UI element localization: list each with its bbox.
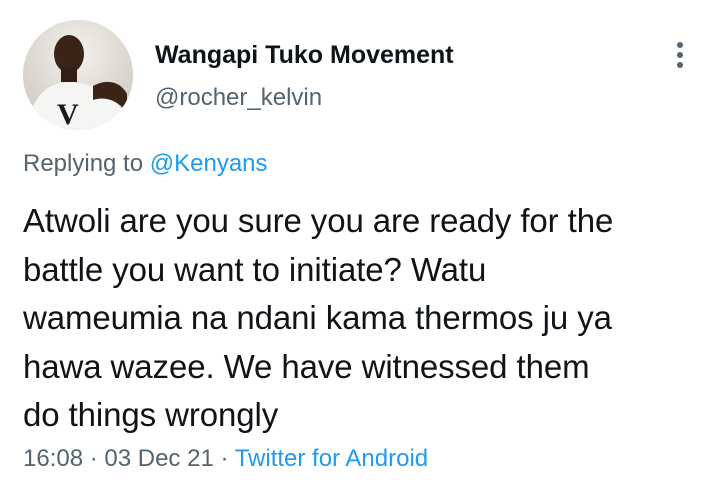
tweet-text-line: do things wrongly [23,396,279,433]
avatar-image: V [23,20,133,130]
more-dot-middle [677,52,683,58]
more-vertical-icon[interactable] [668,38,692,72]
tweet-card: V Wangapi Tuko Movement @rocher_kelvin R… [0,0,720,493]
author-display-name[interactable]: Wangapi Tuko Movement [155,40,454,70]
tweet-text-line: Atwoli are you sure you are ready for th… [23,202,614,239]
avatar[interactable]: V [23,20,133,130]
meta-separator: · [83,445,105,472]
tweet-date[interactable]: 03 Dec 21 [104,445,213,472]
tweet-text-line: hawa wazee. We have witnessed them [23,347,590,385]
more-dot-top [677,42,683,48]
meta-separator: · [213,445,235,472]
tweet-source-link[interactable]: Twitter for Android [235,445,428,472]
tweet-time[interactable]: 16:08 [23,445,83,472]
replying-to-label: Replying to [23,150,150,177]
svg-text:V: V [57,98,79,130]
tweet-text-line: battle you want to initiate? Watu [23,250,487,288]
tweet-text: Atwoli are you sure you are ready for th… [23,197,703,440]
reply-mention-link[interactable]: @Kenyans [150,150,268,177]
tweet-text-line: wameumia na ndani kama thermos ju ya [23,299,612,336]
tweet-meta: 16:08 · 03 Dec 21 · Twitter for Android [23,444,428,474]
replying-to-line: Replying to @Kenyans [23,149,268,179]
more-dot-bottom [677,62,683,68]
author-handle[interactable]: @rocher_kelvin [155,84,322,112]
